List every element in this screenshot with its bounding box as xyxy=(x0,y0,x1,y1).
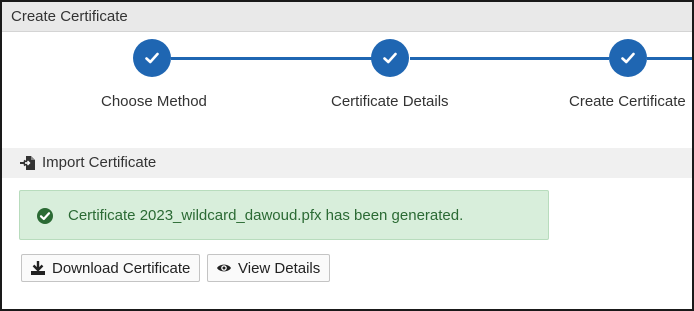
import-certificate-section-header: Import Certificate xyxy=(2,148,692,178)
dialog-title: Create Certificate xyxy=(11,8,128,25)
checkmark-icon xyxy=(621,52,635,64)
step-2-complete-indicator xyxy=(371,39,409,77)
download-icon xyxy=(31,261,45,275)
view-details-label: View Details xyxy=(238,259,321,277)
step-connector xyxy=(171,57,372,60)
step-label-choose-method: Choose Method xyxy=(101,93,207,110)
eye-icon xyxy=(217,264,231,272)
section-title: Import Certificate xyxy=(42,154,157,171)
import-icon xyxy=(20,156,35,170)
download-certificate-button[interactable]: Download Certificate xyxy=(21,254,201,282)
create-certificate-dialog: Create Certificate Choose Method Certifi… xyxy=(0,0,694,311)
step-3-complete-indicator xyxy=(609,39,647,77)
alert-message: Certificate 2023_wildcard_dawoud.pfx has… xyxy=(68,207,464,224)
step-connector xyxy=(410,57,609,60)
view-details-button[interactable]: View Details xyxy=(207,254,331,282)
download-certificate-label: Download Certificate xyxy=(52,259,191,277)
step-label-create-certificate: Create Certificate xyxy=(569,93,686,110)
step-1-complete-indicator xyxy=(133,39,171,77)
check-circle-icon xyxy=(37,208,53,224)
step-label-certificate-details: Certificate Details xyxy=(331,93,449,110)
step-connector xyxy=(647,57,692,60)
checkmark-icon xyxy=(145,52,159,64)
title-bar: Create Certificate xyxy=(2,2,692,32)
checkmark-icon xyxy=(383,52,397,64)
success-alert: Certificate 2023_wildcard_dawoud.pfx has… xyxy=(19,190,549,240)
